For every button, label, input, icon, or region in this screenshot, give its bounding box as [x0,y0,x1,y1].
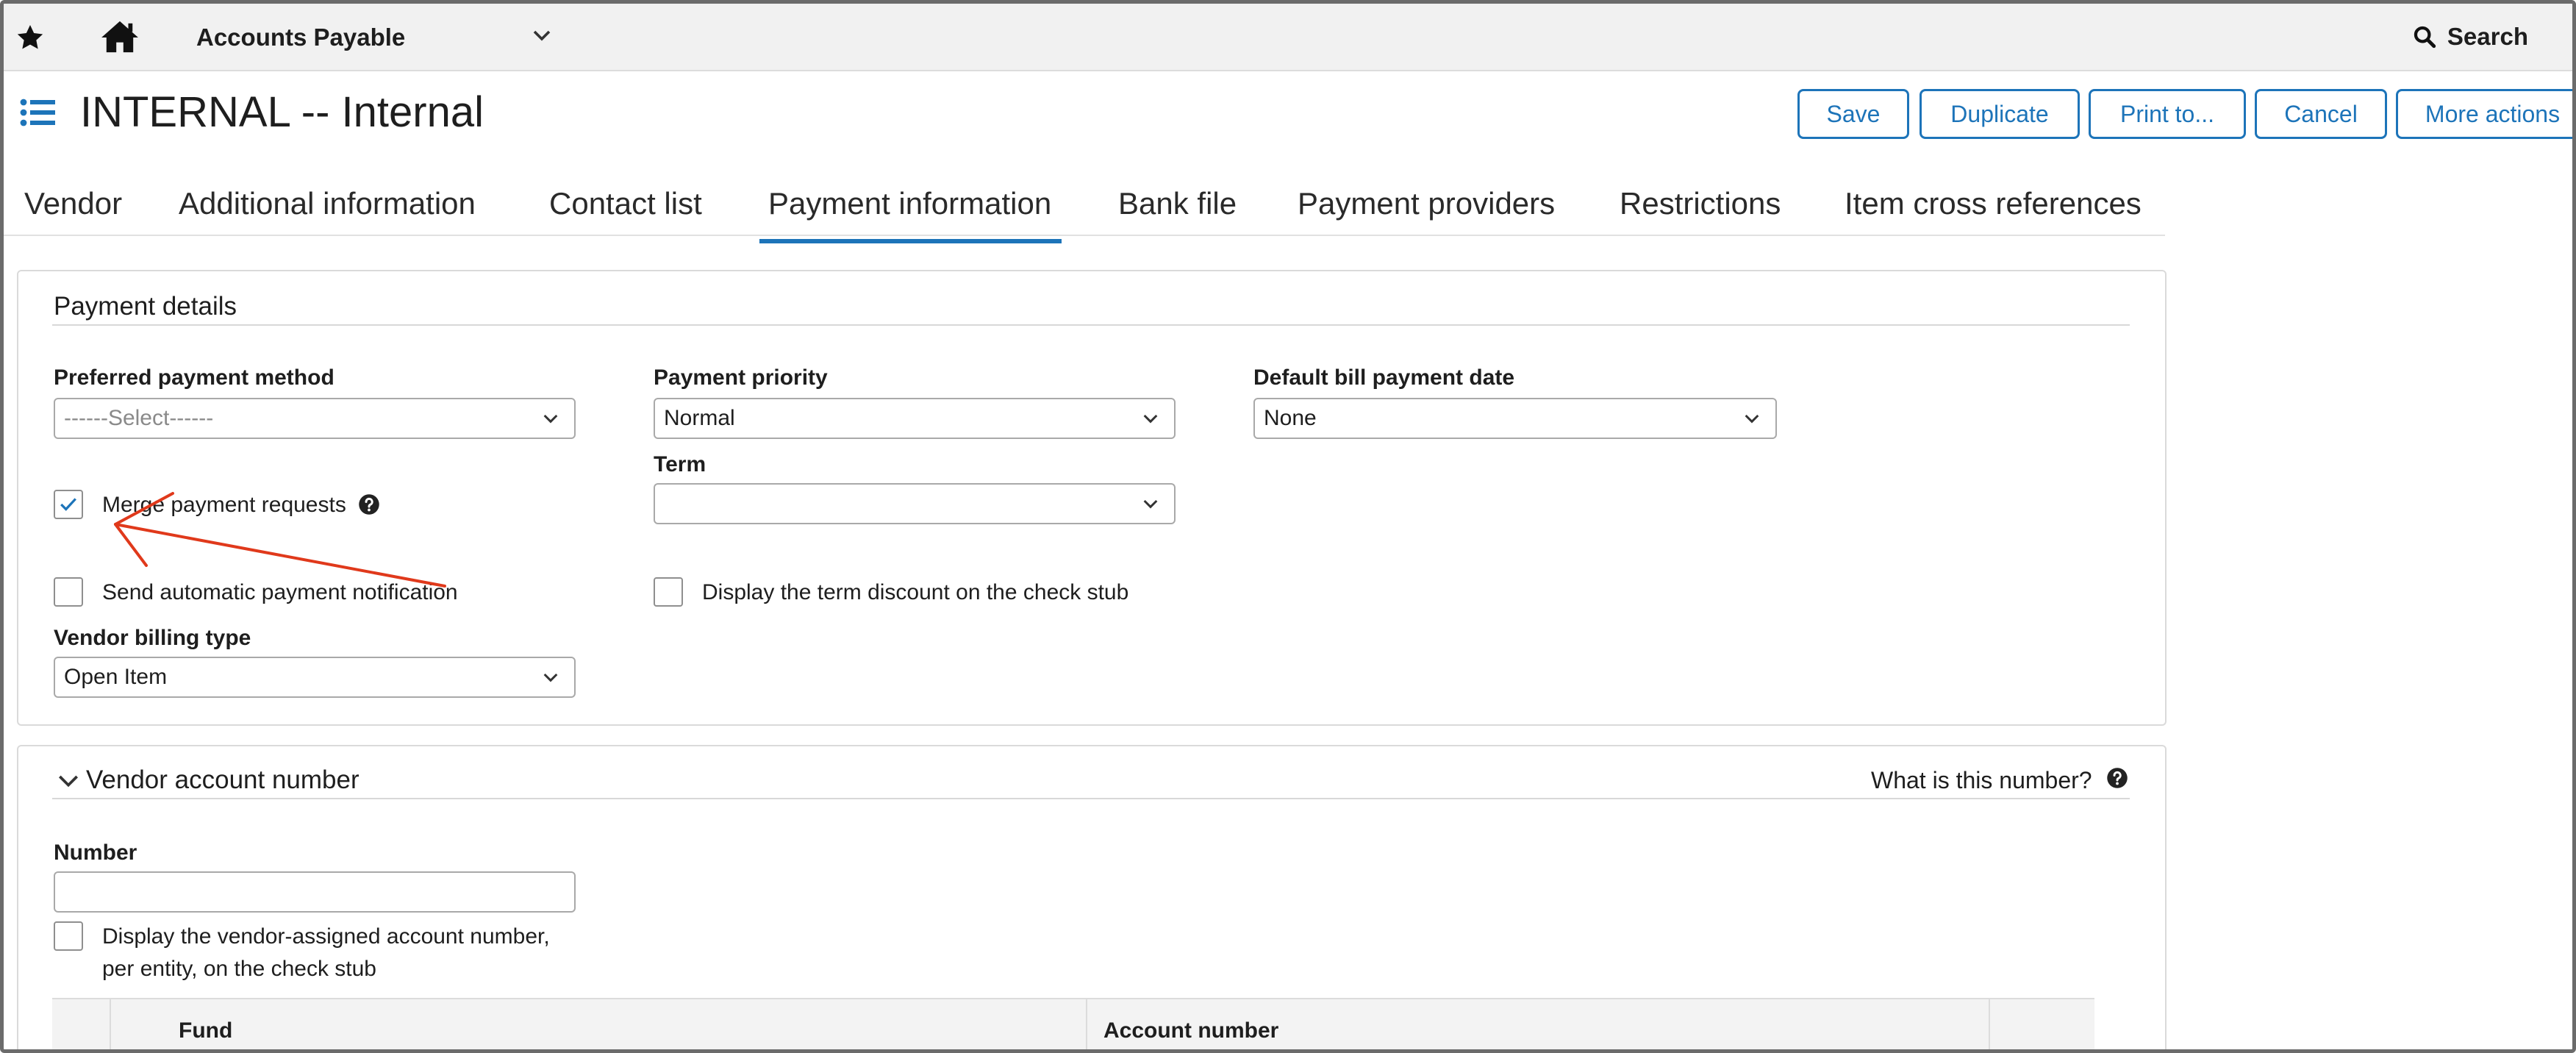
search-button[interactable]: Search [2412,23,2528,51]
payment-details-title: Payment details [54,292,237,321]
tab-additional-information[interactable]: Additional information [179,186,476,221]
display-term-discount-label: Display the term discount on the check s… [702,580,1129,604]
account-table-header: Fund Account number [52,998,2094,1049]
display-vendor-assigned-number-label-line1: Display the vendor-assigned account numb… [102,924,550,949]
merge-payment-requests-label: Merge payment requests [102,493,346,517]
payment-priority-value: Normal [664,406,735,430]
help-icon[interactable] [358,493,380,515]
preferred-payment-method-select[interactable]: ------Select------ [54,398,576,439]
default-bill-payment-date-label: Default bill payment date [1253,365,1515,390]
help-icon[interactable] [2106,767,2128,789]
merge-payment-requests-checkbox[interactable] [54,490,83,519]
number-input[interactable] [54,871,576,913]
chevron-down-icon [1143,499,1158,509]
vendor-billing-type-label: Vendor billing type [54,626,251,650]
vendor-billing-type-value: Open Item [64,665,168,689]
tab-restrictions[interactable]: Restrictions [1620,186,1781,221]
duplicate-button[interactable]: Duplicate [1920,89,2080,139]
column-divider [1086,999,1087,1049]
chevron-down-icon [543,673,558,682]
tab-payment-providers[interactable]: Payment providers [1298,186,1555,221]
print-to-button[interactable]: Print to... [2089,89,2246,139]
tab-payment-information[interactable]: Payment information [759,186,1062,243]
number-label: Number [54,840,137,865]
send-automatic-payment-notification-checkbox[interactable] [54,577,83,607]
chevron-down-icon [1143,414,1158,424]
save-button[interactable]: Save [1797,89,1909,139]
display-vendor-assigned-number-checkbox[interactable] [54,921,83,951]
payment-priority-select[interactable]: Normal [654,398,1176,439]
app-title[interactable]: Accounts Payable [196,24,405,51]
tab-bank-file[interactable]: Bank file [1118,186,1237,221]
chevron-down-icon[interactable] [533,29,551,43]
star-icon[interactable] [15,23,45,52]
default-bill-payment-date-select[interactable]: None [1253,398,1777,439]
vendor-account-number-title[interactable]: Vendor account number [86,765,359,795]
checkmark-icon [60,498,76,511]
default-bill-payment-date-value: None [1264,406,1317,430]
section-divider [52,798,2130,799]
display-term-discount-checkbox[interactable] [654,577,683,607]
preferred-payment-method-label: Preferred payment method [54,365,334,390]
home-icon[interactable] [99,20,140,54]
chevron-down-icon[interactable] [58,774,79,789]
chevron-down-icon [1745,414,1759,424]
tab-bar: Vendor Additional information Contact li… [4,186,2165,243]
cancel-button[interactable]: Cancel [2255,89,2387,139]
page-title: INTERNAL -- Internal [80,88,484,136]
app-window: Accounts Payable Search INTERNAL -- Inte… [0,0,2576,1053]
column-header-fund[interactable]: Fund [179,1018,232,1043]
chevron-down-icon [543,414,558,424]
column-header-account-number[interactable]: Account number [1103,1018,1278,1043]
vendor-billing-type-select[interactable]: Open Item [54,657,576,698]
top-bar: Accounts Payable Search [4,4,2572,71]
what-is-this-number-link[interactable]: What is this number? [1871,767,2092,794]
more-actions-button[interactable]: More actions [2396,89,2572,139]
section-divider [52,324,2130,326]
column-divider [1989,999,1990,1049]
list-icon[interactable] [20,98,55,127]
search-label: Search [2447,23,2528,50]
term-select[interactable] [654,483,1176,524]
send-automatic-payment-notification-label: Send automatic payment notification [102,580,458,604]
term-label: Term [654,452,706,476]
preferred-payment-method-value: ------Select------ [64,406,214,430]
tab-vendor[interactable]: Vendor [24,186,122,221]
tab-contact-list[interactable]: Contact list [549,186,702,221]
payment-priority-label: Payment priority [654,365,828,390]
display-vendor-assigned-number-label-line2: per entity, on the check stub [102,957,376,981]
column-divider [110,999,111,1049]
tab-item-cross-references[interactable]: Item cross references [1845,186,2142,221]
search-icon [2414,26,2436,49]
